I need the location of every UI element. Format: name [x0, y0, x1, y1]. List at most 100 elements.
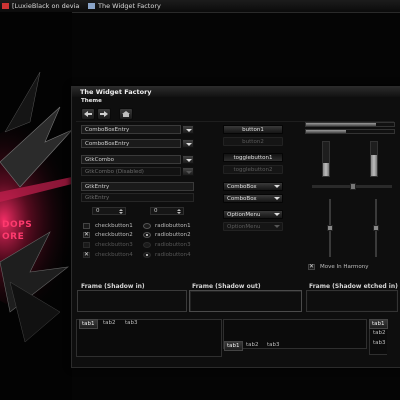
move-in-harmony-label[interactable]: Move In Harmony	[320, 264, 369, 270]
chevron-down-icon[interactable]	[182, 155, 194, 164]
chevron-down-icon	[271, 194, 283, 203]
checkbutton4-label: checkbutton4	[95, 252, 133, 258]
tab-1[interactable]: tab1	[369, 319, 388, 329]
checkbutton1-box[interactable]	[83, 223, 90, 229]
wallpaper-text: DOPS	[2, 220, 33, 230]
togglebutton1[interactable]: togglebutton1	[223, 153, 283, 162]
window-icon	[88, 3, 95, 9]
combobox-label: ComboBox	[227, 196, 257, 202]
taskbar-item-label: [LuxieBlack on devian...	[12, 2, 80, 10]
option-menu-label: OptionMenu	[227, 212, 261, 218]
combobox-1[interactable]: ComboBox	[223, 182, 283, 191]
option-menu-1[interactable]: OptionMenu	[223, 210, 283, 219]
forward-button[interactable]	[97, 108, 111, 120]
back-button[interactable]	[81, 108, 95, 120]
gtk-entry-1[interactable]: GtkEntry	[81, 182, 194, 191]
horizontal-scale[interactable]	[312, 183, 392, 190]
notebook-top-tabs: tab1 tab2 tab3	[76, 319, 222, 357]
chevron-down-icon	[271, 182, 283, 191]
progress-fill	[306, 123, 377, 126]
chevron-down-icon	[182, 167, 194, 176]
option-menu-2: OptionMenu	[223, 222, 283, 231]
radiobutton1-circle[interactable]	[143, 223, 151, 229]
chevron-down-icon	[271, 210, 283, 219]
spin-arrows-icon[interactable]	[177, 208, 182, 215]
chevron-down-icon	[271, 222, 283, 231]
taskbar-item-widget-factory[interactable]: The Widget Factory	[88, 1, 188, 11]
checkbutton1-label[interactable]: checkbutton1	[95, 223, 133, 229]
frame-shadow-in	[77, 290, 187, 312]
tab-3[interactable]: tab3	[265, 341, 282, 349]
chevron-down-icon[interactable]	[182, 125, 194, 134]
spin-value: 0	[154, 208, 158, 214]
combo-box-entry-2[interactable]: ComboBoxEntry	[81, 139, 181, 148]
tab-2[interactable]: tab2	[371, 329, 388, 337]
vertical-progress-1	[322, 141, 330, 177]
progress-bar-2	[305, 129, 395, 134]
gtk-combo[interactable]: GtkCombo	[81, 155, 181, 164]
wallpaper-text: ORE	[2, 232, 25, 242]
radiobutton2-circle[interactable]	[143, 232, 151, 238]
scale-knob[interactable]	[327, 225, 333, 231]
togglebutton2: togglebutton2	[223, 165, 283, 174]
button1[interactable]: button1	[223, 125, 283, 134]
checkbutton2-label[interactable]: checkbutton2	[95, 232, 133, 238]
vertical-progress-2	[370, 141, 378, 177]
frame-shadow-etched-in	[306, 290, 398, 312]
scale-knob[interactable]	[373, 225, 379, 231]
browser-icon	[2, 3, 9, 9]
frame-shadow-out	[189, 290, 302, 312]
menubar: Theme	[72, 97, 400, 105]
radiobutton1-label[interactable]: radiobutton1	[155, 223, 191, 229]
gtk-entry-2[interactable]: GtkEntry	[81, 193, 194, 202]
progress-fill	[371, 154, 377, 176]
combobox-2[interactable]: ComboBox	[223, 194, 283, 203]
tab-2[interactable]: tab2	[101, 319, 118, 327]
arrow-right-icon	[100, 111, 108, 117]
combobox-label: ComboBox	[227, 184, 257, 190]
progress-fill	[306, 130, 346, 133]
window-title: The Widget Factory	[80, 88, 152, 96]
spin-button-1[interactable]: 0	[92, 207, 126, 215]
move-in-harmony-check[interactable]	[308, 263, 315, 270]
checkbutton3-box	[83, 242, 90, 248]
spin-button-2[interactable]: 0	[150, 207, 184, 215]
checkbutton2-box[interactable]	[83, 231, 90, 238]
tab-3[interactable]: tab3	[371, 339, 388, 347]
chevron-down-icon[interactable]	[182, 139, 194, 148]
tab-3[interactable]: tab3	[123, 319, 140, 327]
gtk-combo-disabled: GtkCombo (Disabled)	[81, 167, 181, 176]
spin-value: 0	[96, 208, 100, 214]
frame-shadow-in-label: Frame (Shadow in)	[81, 283, 145, 290]
radiobutton4-label: radiobutton4	[155, 252, 191, 258]
checkbutton4-box	[83, 251, 90, 258]
radiobutton3-label: radiobutton3	[155, 242, 191, 248]
vertical-scale-2[interactable]	[373, 199, 379, 257]
desktop-wallpaper: DOPS ORE	[0, 12, 72, 400]
combo-box-entry-1[interactable]: ComboBoxEntry	[81, 125, 181, 134]
radiobutton2-label[interactable]: radiobutton2	[155, 232, 191, 238]
arrow-left-icon	[84, 111, 92, 117]
checkbutton3-label: checkbutton3	[95, 242, 133, 248]
option-menu-label: OptionMenu	[227, 224, 261, 230]
tab-1[interactable]: tab1	[79, 319, 98, 329]
progress-fill	[323, 163, 329, 176]
taskbar-item-browser[interactable]: [LuxieBlack on devian...	[2, 1, 80, 11]
vertical-scale-1[interactable]	[327, 199, 333, 257]
button2: button2	[223, 137, 283, 146]
window-titlebar[interactable]: The Widget Factory	[72, 87, 400, 97]
taskbar-item-label: The Widget Factory	[98, 2, 161, 10]
spin-arrows-icon[interactable]	[119, 208, 124, 215]
widget-factory-window: The Widget Factory Theme ComboBoxEntry C…	[71, 86, 400, 368]
scale-knob[interactable]	[350, 183, 356, 190]
progress-bar-1	[305, 122, 395, 127]
frame-shadow-out-label: Frame (Shadow out)	[192, 283, 261, 290]
home-icon	[122, 111, 130, 117]
radiobutton4-circle	[143, 252, 151, 258]
radiobutton3-circle	[143, 242, 151, 248]
tab-1[interactable]: tab1	[224, 341, 243, 351]
tab-2[interactable]: tab2	[244, 341, 261, 349]
home-button[interactable]	[119, 108, 133, 120]
toolbar	[81, 107, 141, 120]
menu-theme[interactable]: Theme	[81, 98, 102, 104]
